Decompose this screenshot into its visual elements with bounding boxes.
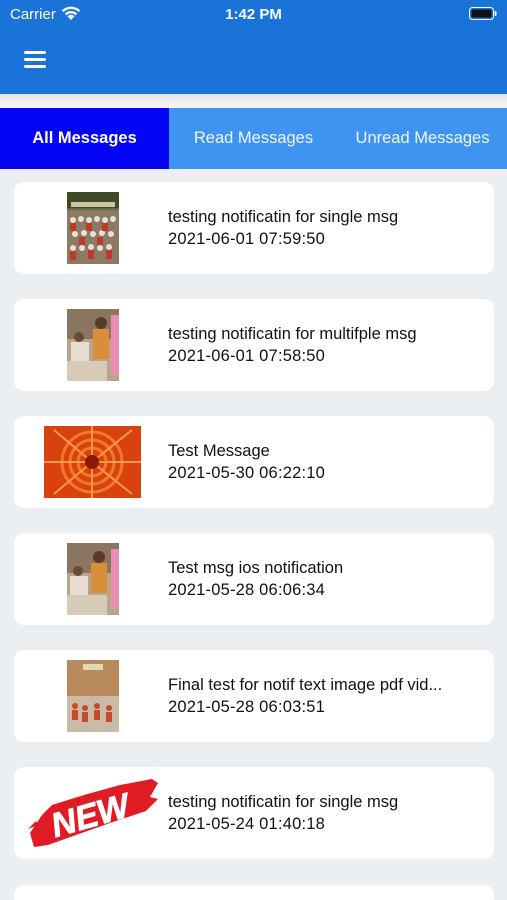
message-title: Test msg ios notification (168, 559, 344, 577)
message-list: testing notificatin for single msg 2021-… (14, 182, 494, 884)
hamburger-menu-icon[interactable] (22, 48, 48, 70)
tab-unread-messages[interactable]: Unread Messages (338, 108, 507, 169)
battery-icon (469, 7, 497, 20)
message-thumbnail (67, 192, 119, 264)
message-date: 2021-05-24 01:40:18 (168, 815, 326, 833)
message-date: 2021-06-01 07:58:50 (168, 347, 326, 365)
new-badge-thumbnail: NEW (24, 775, 162, 851)
message-title: Test Message (168, 442, 270, 460)
message-title: testing notificatin for single msg (168, 208, 399, 226)
message-title: Final test for notif text image pdf vid.… (168, 676, 443, 694)
message-title: testing notificatin for single msg (168, 793, 399, 811)
message-thumbnail (67, 309, 119, 381)
app-header: Carrier 1:42 PM (0, 0, 507, 94)
message-card[interactable]: Final test for notif text image pdf vid.… (14, 650, 494, 742)
message-card[interactable]: testing notificatin for single msg 2021-… (14, 182, 494, 274)
message-card[interactable]: testing notificatin for multifple msg 20… (14, 299, 494, 391)
message-card-partial[interactable] (14, 885, 494, 900)
message-card[interactable]: NEW testing notificatin for single msg 2… (14, 767, 494, 859)
tab-all-messages[interactable]: All Messages (0, 108, 169, 169)
message-date: 2021-05-28 06:06:34 (168, 581, 326, 599)
message-card[interactable]: Test msg ios notification 2021-05-28 06:… (14, 533, 494, 625)
message-thumbnail (67, 543, 119, 615)
message-title: testing notificatin for multifple msg (168, 325, 417, 343)
message-card[interactable]: Test Message 2021-05-30 06:22:10 (14, 416, 494, 508)
message-tabs: All Messages Read Messages Unread Messag… (0, 108, 507, 169)
tab-read-messages[interactable]: Read Messages (169, 108, 338, 169)
message-date: 2021-05-30 06:22:10 (168, 464, 326, 482)
message-date: 2021-05-28 06:03:51 (168, 698, 326, 716)
message-thumbnail (44, 426, 141, 498)
message-thumbnail (67, 660, 119, 732)
new-badge-text: NEW (47, 786, 137, 845)
status-time: 1:42 PM (225, 6, 282, 23)
header-shadow (0, 94, 507, 108)
message-date: 2021-06-01 07:59:50 (168, 230, 326, 248)
status-bar: Carrier 1:42 PM (0, 0, 507, 28)
